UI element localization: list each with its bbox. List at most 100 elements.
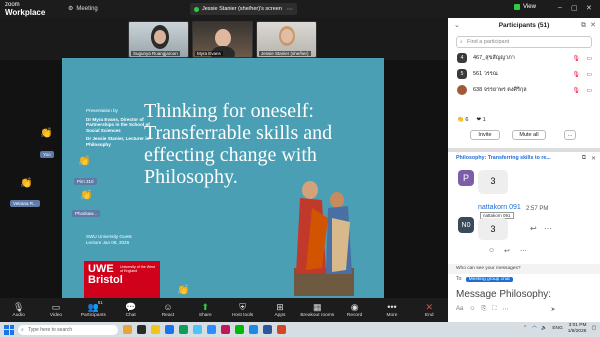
- chat-message-bubble[interactable]: 3: [478, 218, 508, 240]
- audio-button[interactable]: 🎙 Audio: [0, 298, 37, 322]
- participant-name: 561 วรรณ: [473, 71, 498, 77]
- edge-browser-icon[interactable]: [165, 325, 174, 334]
- share-button[interactable]: ⬆ Share: [187, 298, 224, 322]
- toolbar-label: Apps: [274, 312, 286, 318]
- invite-button[interactable]: Invite: [470, 130, 500, 140]
- chevron-up-icon[interactable]: ⌃: [523, 326, 527, 332]
- heart-reaction-count[interactable]: ❤ 1: [476, 117, 485, 123]
- meeting-top-bar: zoom Workplace ⚙ Meeting Jessie Stanier …: [0, 0, 448, 18]
- reply-icon[interactable]: ↩: [504, 247, 510, 255]
- chat-title: Philosophy: Transferring skills to re...: [456, 155, 551, 161]
- gear-icon: ⚙: [68, 6, 74, 12]
- close-icon[interactable]: ✕: [590, 18, 596, 34]
- notifications-icon[interactable]: ▢: [591, 326, 596, 332]
- mic-muted-icon[interactable]: 🎙: [572, 71, 580, 78]
- clap-reaction-count[interactable]: 👏 6: [457, 117, 468, 123]
- presentation-slide: Presentation by Dr Myra Evans, Director …: [62, 58, 384, 298]
- reply-icon[interactable]: ↩: [530, 224, 537, 233]
- apps-icon: ⊞: [276, 301, 284, 312]
- screen-share-banner[interactable]: Jessie Stanier (she/her)'s screen ⋯: [190, 3, 297, 15]
- video-off-icon[interactable]: ▭: [586, 71, 592, 78]
- file-explorer-icon[interactable]: [151, 325, 160, 334]
- chrome-icon[interactable]: [179, 325, 188, 334]
- end-button[interactable]: ✕ End: [411, 298, 448, 322]
- popout-icon[interactable]: ⧉: [581, 18, 586, 34]
- video-tile[interactable]: Myra Evans: [192, 21, 253, 58]
- video-off-icon[interactable]: ▭: [586, 55, 592, 62]
- logo-bottom-text: Workplace: [5, 8, 46, 17]
- volume-icon[interactable]: 🔈: [541, 326, 547, 332]
- powerpoint-icon[interactable]: [277, 325, 286, 334]
- find-participant-input[interactable]: ⌕ Find a participant: [456, 36, 592, 48]
- video-tile[interactable]: Jessie Stanier (she/her): [256, 21, 317, 58]
- participants-button[interactable]: 👥 51 Participants: [75, 298, 112, 322]
- taskbar-app-icon[interactable]: [123, 325, 132, 334]
- maximize-icon[interactable]: ▢: [571, 4, 578, 12]
- mute-all-button[interactable]: Mute all: [512, 130, 546, 140]
- send-icon[interactable]: ➤: [551, 306, 556, 313]
- record-button[interactable]: ◉ Record: [336, 298, 373, 322]
- emoji-icon[interactable]: ☺: [469, 306, 475, 313]
- close-icon[interactable]: ⋯: [287, 6, 293, 13]
- more-button[interactable]: ••• More: [373, 298, 410, 322]
- more-icon[interactable]: ⋯: [544, 224, 552, 233]
- message-visibility-notice[interactable]: Who can see your messages?: [448, 264, 600, 274]
- taskbar-search-input[interactable]: ⌕ Type here to search: [18, 324, 118, 335]
- guest-lecture-info: SWU University Guest Lecture Jan 08, 202…: [86, 234, 132, 245]
- line-icon[interactable]: [235, 325, 244, 334]
- chevron-down-icon[interactable]: ⌄: [454, 18, 460, 34]
- chat-sender-name[interactable]: nattakorn 091: [478, 204, 521, 211]
- toolbar-label: Share: [198, 312, 212, 318]
- close-window-icon[interactable]: ✕: [586, 4, 592, 12]
- recipient-selector[interactable]: Meeting group chat: [465, 276, 513, 282]
- who-can-see-text: Who can see your messages?: [456, 266, 521, 271]
- screenshot-icon[interactable]: ⛶: [492, 306, 496, 313]
- windows-start-icon[interactable]: [4, 324, 14, 335]
- taskbar-app-icon[interactable]: [221, 325, 230, 334]
- view-button[interactable]: View: [514, 4, 536, 10]
- word-icon[interactable]: [263, 325, 272, 334]
- clap-count: 6: [465, 117, 469, 123]
- add-reaction-icon[interactable]: ☺: [488, 247, 495, 254]
- more-icon[interactable]: ⋯: [520, 247, 527, 255]
- mic-muted-icon[interactable]: 🎙: [572, 87, 580, 94]
- popout-icon[interactable]: ⧉: [582, 155, 586, 162]
- toolbar-label: Record: [346, 312, 363, 318]
- more-icon[interactable]: ⋯: [503, 306, 509, 313]
- participant-row[interactable]: 4 467_สุขสัญญาภา 🎙 ▭: [448, 50, 600, 66]
- close-icon[interactable]: ✕: [591, 155, 596, 162]
- language-indicator[interactable]: ENG: [552, 326, 562, 332]
- meeting-menu[interactable]: ⚙ Meeting: [68, 5, 98, 13]
- host-tools-button[interactable]: ⛨ Host tools: [224, 298, 261, 322]
- participants-header: ⌄ Participants (51) ⧉ ✕: [448, 18, 600, 34]
- participant-row[interactable]: 5 561 วรรณ 🎙 ▭: [448, 66, 600, 82]
- wifi-icon[interactable]: ◠: [532, 326, 536, 332]
- attach-file-icon[interactable]: ⎘: [481, 306, 486, 313]
- panel-divider[interactable]: [448, 148, 600, 152]
- clock[interactable]: 3:01 PM 1/8/2026: [568, 323, 587, 335]
- share-icon: ⬆: [201, 301, 210, 312]
- minimize-icon[interactable]: –: [558, 4, 562, 11]
- video-tile[interactable]: Sugunya Ruangjaroon: [128, 21, 189, 58]
- taskbar-app-icon[interactable]: [249, 325, 258, 334]
- taskbar-app-icon[interactable]: [137, 325, 146, 334]
- taskbar-app-icon[interactable]: [193, 325, 202, 334]
- video-off-icon[interactable]: ▭: [586, 87, 592, 94]
- video-button[interactable]: ▭ Video: [37, 298, 74, 322]
- react-button[interactable]: ☺ React: [149, 298, 186, 322]
- participant-name: 638 จรรยาพร ตงศิริกุล: [473, 87, 527, 93]
- participant-name-label: Yoo: [40, 151, 54, 158]
- chat-message-bubble[interactable]: 3: [478, 170, 508, 194]
- more-options-button[interactable]: ...: [564, 130, 576, 140]
- chat-message-input[interactable]: Message Philosophy:: [456, 289, 551, 300]
- mic-muted-icon[interactable]: 🎙: [572, 55, 580, 62]
- apps-button[interactable]: ⊞ Apps: [261, 298, 298, 322]
- participant-row[interactable]: 638 จรรยาพร ตงศิริกุล 🎙 ▭: [448, 82, 600, 98]
- format-icon[interactable]: Aa: [456, 306, 463, 313]
- zoom-icon[interactable]: [207, 325, 216, 334]
- find-placeholder: Find a participant: [467, 39, 510, 45]
- view-label: View: [523, 4, 536, 10]
- breakout-rooms-button[interactable]: ▦ Breakout rooms: [299, 298, 336, 322]
- chat-button[interactable]: 💬 Chat: [112, 298, 149, 322]
- brand-main: UWE Bristol: [88, 263, 123, 286]
